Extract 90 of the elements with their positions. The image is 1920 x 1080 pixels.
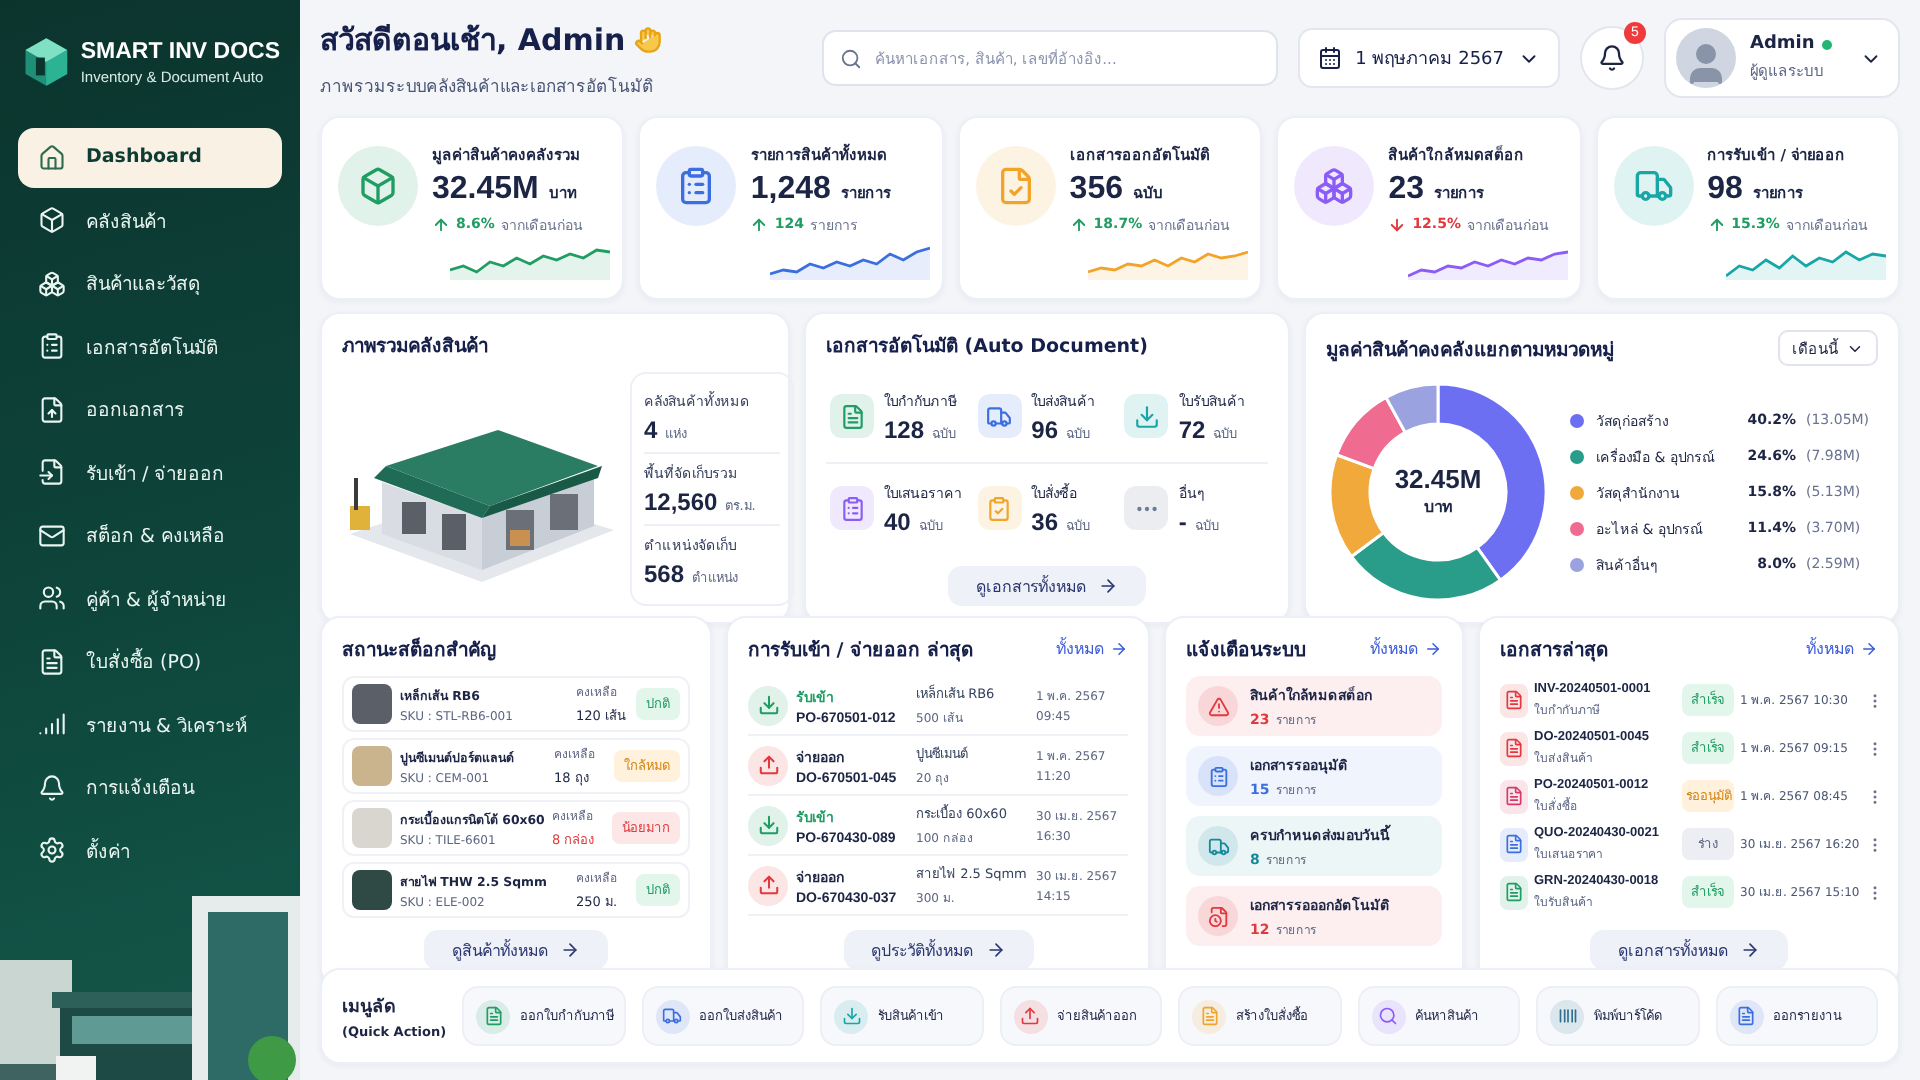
greeting-title: สวัสดีตอนเช้า, Admin xyxy=(320,20,626,62)
file-upload-icon xyxy=(38,395,66,424)
donut-center-unit: บาท xyxy=(1424,496,1452,520)
panel-title: ภาพรวมคลังสินค้า xyxy=(342,334,490,360)
arrow-right-icon xyxy=(1424,640,1442,658)
sidebar-item[interactable]: รับเข้า / จ่ายออก xyxy=(18,443,282,502)
sidebar-item[interactable]: คู่ค้า & ผู้จำหน่าย xyxy=(18,569,282,628)
product-photo-placeholder xyxy=(352,870,392,910)
box-icon xyxy=(358,166,398,206)
view-all-link[interactable]: ทั้งหมด xyxy=(1056,636,1128,662)
truck-icon xyxy=(986,403,1013,430)
document-icon xyxy=(38,647,66,676)
greeting-subtitle: ภาพรวมระบบคลังสินค้าและเอกสารอัตโนมัติ xyxy=(320,74,656,100)
box-icon xyxy=(38,206,66,235)
sidebar-item[interactable]: รายงาน & วิเคราะห์ xyxy=(18,695,282,754)
waving-hand-icon xyxy=(633,26,662,54)
boxes-icon xyxy=(1314,166,1355,206)
sidebar-item[interactable]: สินค้าและวัสดุ xyxy=(18,254,282,313)
arrow-right-icon xyxy=(560,940,580,960)
panel-title: การรับเข้า / จ่ายออก ล่าสุด xyxy=(748,638,973,664)
arrow-right-icon xyxy=(1740,940,1760,960)
clipboard-icon xyxy=(38,332,66,361)
download-icon xyxy=(1133,403,1160,430)
bell-icon xyxy=(38,773,66,802)
sidebar-item[interactable]: ตั้งค่า xyxy=(18,821,282,880)
bars-icon xyxy=(38,710,66,739)
kpi-value: 1,248 xyxy=(750,171,831,207)
bell-icon xyxy=(1598,44,1626,72)
sidebar-item[interactable]: ออกเอกสาร xyxy=(18,380,282,439)
kpi-value: 23 xyxy=(1388,171,1424,207)
arrow-right-icon xyxy=(1860,640,1878,658)
document-count: 36 xyxy=(1031,507,1059,536)
panel-title: แจ้งเตือนระบบ xyxy=(1186,637,1306,664)
donut-center-value: 32.45M xyxy=(1394,464,1482,494)
view-all-documents-button[interactable]: ดูเอกสารทั้งหมด xyxy=(1590,930,1788,970)
users-icon xyxy=(38,584,66,613)
view-all-link[interactable]: ทั้งหมด xyxy=(1806,636,1878,662)
clipboard-icon xyxy=(839,495,865,522)
home-icon xyxy=(38,143,66,172)
brand-name: SMART INV DOCS xyxy=(80,39,280,63)
kpi-value: 356 xyxy=(1069,171,1123,207)
view-all-products-button[interactable]: ดูสินค้าทั้งหมด xyxy=(424,930,608,970)
product-photo-placeholder xyxy=(352,808,392,848)
clipboard-icon xyxy=(1207,765,1229,787)
quick-actions-title: เมนูลัด xyxy=(342,995,398,1020)
sidebar-item[interactable]: การแจ้งเตือน xyxy=(18,758,282,817)
sidebar-item[interactable]: สต็อก & คงเหลือ xyxy=(18,506,282,565)
date-picker[interactable]: 1 พฤษภาคม 2567 xyxy=(1297,28,1560,88)
document-count: 40 xyxy=(884,507,911,536)
boxes-icon xyxy=(38,269,66,298)
panel-title: มูลค่าสินค้าคงคลังแยกตามหมวดหมู่ xyxy=(1326,337,1614,363)
arrow-right-icon xyxy=(985,940,1005,960)
envelope-icon xyxy=(38,521,66,550)
arrow-right-icon xyxy=(1098,576,1118,596)
clipboard-icon xyxy=(676,166,717,206)
view-all-link[interactable]: ทั้งหมด xyxy=(1370,636,1442,662)
stat-value: 568 xyxy=(644,560,685,588)
product-photo-placeholder xyxy=(352,684,392,724)
user-name: Admin xyxy=(1750,34,1846,54)
sidebar-item[interactable]: Dashboard xyxy=(18,128,282,187)
clipboard-check-icon xyxy=(986,495,1013,522)
document-clock-icon xyxy=(1207,905,1229,927)
avatar-placeholder xyxy=(1676,28,1736,88)
document-count: - xyxy=(1178,507,1187,536)
document-check-icon xyxy=(995,166,1036,206)
sidebar-item[interactable]: เอกสารอัตโนมัติ xyxy=(18,317,282,376)
kpi-value: 32.45M xyxy=(432,171,539,207)
view-all-documents-button[interactable]: ดูเอกสารทั้งหมด xyxy=(948,566,1146,606)
document-count: 72 xyxy=(1178,415,1206,444)
sidebar-item[interactable]: ใบสั่งซื้อ (PO) xyxy=(18,632,282,691)
document-count: 128 xyxy=(884,415,925,444)
truck-icon xyxy=(1207,835,1229,857)
calendar-icon xyxy=(1317,46,1342,70)
product-photo-placeholder xyxy=(352,746,392,786)
kpi-value: 98 xyxy=(1707,171,1743,207)
sidebar-item[interactable]: คลังสินค้า xyxy=(18,191,282,250)
panel-title: สถานะสต็อกสำคัญ xyxy=(342,635,498,664)
document-icon xyxy=(839,403,865,430)
warning-icon xyxy=(1207,695,1229,717)
search-icon xyxy=(839,47,862,69)
stat-value: 12,560 xyxy=(644,488,718,516)
panel-title: เอกสารอัตโนมัติ (Auto Document) xyxy=(826,332,1150,360)
file-arrow-icon xyxy=(38,458,66,487)
arrow-right-icon xyxy=(1110,640,1128,658)
panel-title: เอกสารล่าสุด xyxy=(1500,638,1608,664)
settings-icon xyxy=(38,836,66,865)
document-count: 96 xyxy=(1031,415,1059,444)
stat-value: 4 xyxy=(644,416,658,444)
truck-icon xyxy=(1633,166,1674,206)
view-history-button[interactable]: ดูประวัติทั้งหมด xyxy=(843,930,1033,970)
